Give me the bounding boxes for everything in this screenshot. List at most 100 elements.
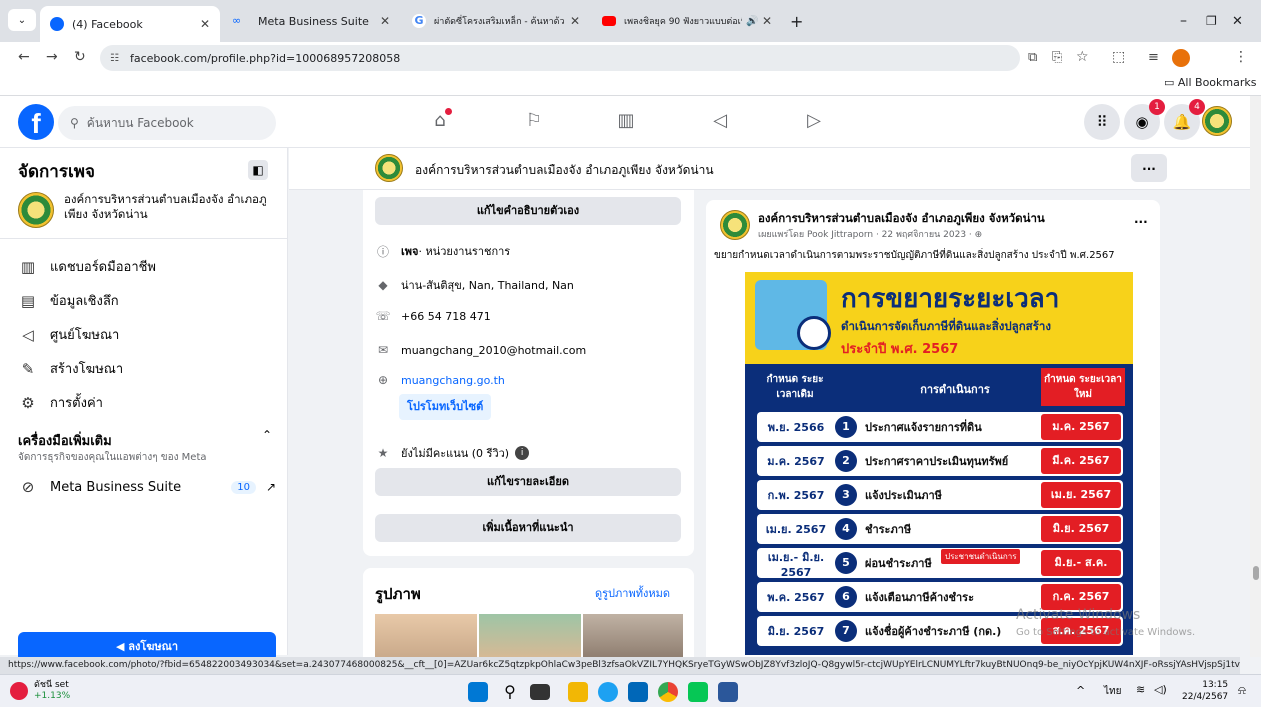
photos-title: รูปภาพ (375, 585, 421, 603)
add-featured-button[interactable]: เพิ่มเนื้อหาที่แนะนำ (375, 514, 681, 542)
google-favicon: G (412, 14, 426, 28)
address-bar[interactable]: ☷ facebook.com/profile.php?id=1000689572… (100, 45, 1020, 71)
extensions-icon[interactable]: ⬚ (1112, 49, 1125, 65)
notifications-badge: 4 (1189, 99, 1205, 115)
post-meta: เผยแพร่โดย Pook Jittraporn · 22 พฤศจิกาย… (758, 230, 983, 240)
search-icon[interactable]: ⚲ (500, 682, 520, 702)
scrollbar-thumb[interactable] (1253, 566, 1259, 580)
tab-youtube[interactable]: เพลงชิลยุค 90 ฟังยาวแบบต่อเนื่อง 🔊 ✕ (592, 6, 782, 36)
cast-icon[interactable]: ⧉ (1028, 50, 1037, 65)
more-tools-title: เครื่องมือเพิ่มเติม (18, 434, 112, 449)
file-explorer-icon[interactable] (568, 682, 588, 702)
insights-icon: ▤ (20, 291, 36, 310)
facebook-logo[interactable]: f (18, 104, 54, 140)
globe-icon: ⊕ (971, 230, 983, 240)
speaker-icon[interactable]: ◁) (1154, 683, 1167, 696)
profile-avatar-icon[interactable] (1172, 49, 1190, 67)
page-more-button[interactable]: ... (1131, 154, 1167, 182)
poster-row-action: แจ้งเตือนภาษีค้างชำระ (865, 591, 974, 604)
notifications-bell-icon[interactable]: 🔔 4 (1164, 99, 1205, 140)
photo-thumbnail[interactable] (479, 614, 581, 658)
tray-chevron-icon[interactable]: ^ (1076, 684, 1085, 697)
page-scrollbar[interactable] (1250, 96, 1261, 657)
reload-icon[interactable]: ↻ (74, 49, 86, 65)
home-icon[interactable]: ⌂ (428, 108, 452, 134)
poster-row: ม.ค. 2567 2 ประกาศราคาประเมินทุนทรัพย์ มี.ค… (757, 446, 1123, 476)
restore-icon[interactable]: ❐ (1206, 6, 1228, 36)
wifi-icon[interactable]: ≋ (1136, 683, 1145, 696)
edge-browser-icon[interactable] (598, 682, 618, 702)
facebook-search-input[interactable]: ⚲ ค้นหาบน Facebook (58, 106, 276, 140)
external-link-icon: ↗ (265, 480, 276, 494)
see-all-photos-link[interactable]: ดูรูปภาพทั้งหมด (595, 584, 670, 602)
new-tab-button[interactable]: + (786, 6, 810, 36)
page-avatar[interactable] (375, 154, 403, 182)
chrome-icon[interactable] (658, 682, 678, 702)
poster-row-old-date: มิ.ย. 2567 (767, 625, 825, 638)
clock[interactable]: 13:15 22/4/2567 (1182, 679, 1228, 703)
photo-thumbnail[interactable] (375, 614, 477, 658)
sidebar-item-insights[interactable]: ▤ ข้อมูลเชิงลึก (18, 290, 119, 311)
sidebar-item-create-ad[interactable]: ✎ สร้างโฆษณา (18, 358, 123, 379)
account-avatar[interactable] (1202, 106, 1232, 136)
messenger-icon[interactable]: ◉ 1 (1124, 99, 1165, 140)
sidebar-item-ad-center[interactable]: ◁ ศูนย์โฆษณา (18, 324, 119, 345)
all-bookmarks-button[interactable]: ▭ All Bookmarks (1164, 76, 1256, 89)
forward-arrow-icon[interactable]: → (46, 49, 58, 65)
info-icon[interactable]: i (515, 446, 530, 460)
tab-meta-business-suite[interactable]: ∞ Meta Business Suite ✕ (222, 6, 400, 36)
pages-flag-icon[interactable]: ⚐ (522, 110, 546, 134)
post-author[interactable]: องค์การบริหารส่วนตำบลเมืองจัง อำเภอภูเพี… (758, 210, 1045, 228)
ads-megaphone-icon[interactable]: ◁ (708, 110, 732, 134)
store-icon[interactable] (628, 682, 648, 702)
info-icon: ⓘ (376, 244, 389, 259)
photos-card: รูปภาพ ดูรูปภาพทั้งหมด (363, 568, 694, 658)
close-icon[interactable]: ✕ (570, 14, 580, 28)
page-profile-link[interactable]: องค์การบริหารส่วนตำบลเมืองจัง อำเภอภูเพี… (18, 192, 279, 228)
window-close-icon[interactable]: ✕ (1232, 6, 1254, 36)
notification-center-icon[interactable]: ⍾ (1238, 683, 1246, 698)
reading-list-icon[interactable]: ≡ (1148, 50, 1159, 65)
bookmarks-bar: ▭ All Bookmarks (0, 72, 1261, 96)
close-icon[interactable]: ✕ (762, 14, 772, 28)
input-language[interactable]: ไทย (1104, 684, 1121, 699)
poster-row: ก.พ. 2567 3 แจ้งประเมินภาษี เม.ย. 2567 (757, 480, 1123, 510)
menu-grid-icon[interactable]: ⠿ (1084, 104, 1120, 140)
back-arrow-icon[interactable]: ← (18, 49, 30, 65)
sidebar-item-settings[interactable]: ⚙ การตั้งค่า (18, 392, 103, 413)
video-icon[interactable]: ▷ (802, 110, 826, 134)
task-view-icon[interactable] (530, 684, 550, 700)
stock-widget[interactable]: ดัชนี set +1.13% (10, 680, 70, 702)
close-icon[interactable]: ✕ (200, 17, 210, 31)
manage-page-sidebar: จัดการเพจ ◧ องค์การบริหารส่วนตำบลเมืองจั… (0, 148, 288, 662)
word-icon[interactable] (718, 682, 738, 702)
poster-row: เม.ย.- มิ.ย. 2567 5 ผ่อนชำระภาษี มิ.ย.- ส.ค… (757, 548, 1123, 595)
tab-google-search[interactable]: G ผ่าตัดซี่โครงเสริมเหล็ก - ค้นหาด้วย G … (402, 6, 590, 36)
page-title-bar: องค์การบริหารส่วนตำบลเมืองจัง อำเภอภูเพี… (289, 148, 1261, 190)
line-app-icon[interactable] (688, 682, 708, 702)
tab-search-button[interactable]: ⌄ (8, 9, 36, 31)
collapse-sidebar-icon[interactable]: ◧ (248, 160, 268, 180)
site-info-icon[interactable]: ☷ (110, 53, 119, 64)
audio-playing-icon[interactable]: 🔊 (746, 16, 758, 27)
post-more-button[interactable]: ... (1134, 212, 1148, 226)
edit-details-button[interactable]: แก้ไขรายละเอียด (375, 468, 681, 496)
post-author-avatar[interactable] (720, 210, 750, 240)
chevron-up-icon[interactable]: ⌃ (262, 428, 272, 442)
close-icon[interactable]: ✕ (380, 14, 390, 28)
bookmark-star-icon[interactable]: ☆ (1076, 49, 1089, 65)
tab-facebook[interactable]: (4) Facebook ✕ (40, 6, 220, 42)
photo-thumbnail[interactable] (583, 614, 683, 658)
post-image[interactable]: การขยายระยะเวลา ดำเนินการจัดเก็บภาษีที่ด… (745, 272, 1133, 655)
minimize-icon[interactable]: – (1180, 6, 1202, 36)
edit-bio-button[interactable]: แก้ไขคำอธิบายตัวเอง (375, 197, 681, 225)
page-website[interactable]: ⊕ muangchang.go.th (375, 373, 505, 387)
sidebar-item-dashboard[interactable]: ▥ แดชบอร์ดมืออาชีพ (18, 256, 156, 277)
sidebar-page-name: องค์การบริหารส่วนตำบลเมืองจัง อำเภอภูเพี… (64, 192, 267, 221)
promote-website-button[interactable]: โปรโมทเว็บไซต์ (399, 394, 492, 420)
translate-icon[interactable]: ⎘ (1052, 50, 1062, 65)
dashboard-icon[interactable]: ▥ (614, 110, 638, 134)
start-windows-icon[interactable] (468, 682, 488, 702)
browser-menu-icon[interactable]: ⋮ (1234, 49, 1248, 65)
meta-business-suite-link[interactable]: ⊘ Meta Business Suite 10 ↗ (18, 478, 276, 496)
